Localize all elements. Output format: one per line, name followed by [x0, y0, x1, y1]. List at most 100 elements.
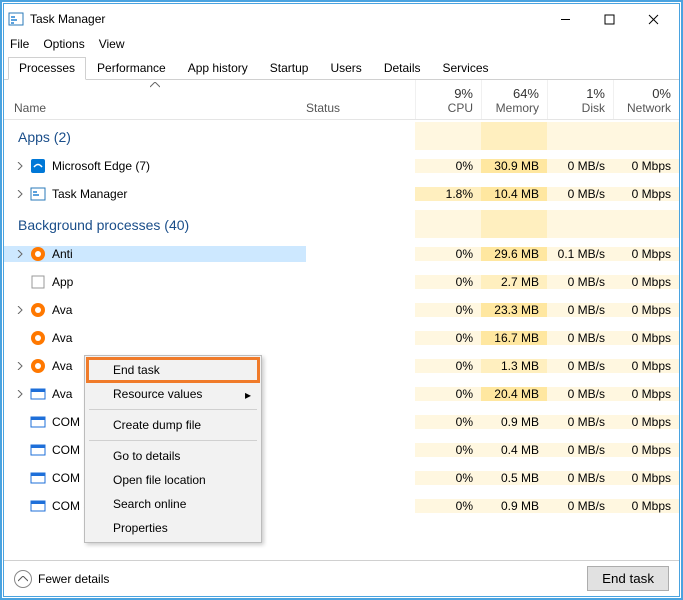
menu-bar: File Options View: [4, 34, 679, 54]
process-icon: [30, 158, 46, 174]
close-button[interactable]: [631, 5, 675, 33]
column-network[interactable]: 0%Network: [613, 80, 679, 119]
process-name: Ava: [52, 387, 72, 401]
process-row[interactable]: Ava0%16.7 MB0 MB/s0 Mbps: [4, 324, 679, 352]
process-icon: [30, 246, 46, 262]
expand-icon[interactable]: [14, 360, 26, 372]
tab-performance[interactable]: Performance: [86, 57, 177, 79]
context-menu-item[interactable]: End task: [87, 358, 259, 382]
expand-icon[interactable]: [14, 388, 26, 400]
process-icon: [30, 330, 46, 346]
process-icon: [30, 302, 46, 318]
process-name: Ava: [52, 359, 72, 373]
process-row[interactable]: App0%2.7 MB0 MB/s0 Mbps: [4, 268, 679, 296]
minimize-button[interactable]: [543, 5, 587, 33]
footer: Fewer details End task: [4, 560, 679, 596]
column-memory[interactable]: 64%Memory: [481, 80, 547, 119]
titlebar[interactable]: Task Manager: [4, 4, 679, 34]
app-icon: [8, 11, 24, 27]
net-cell: 0 Mbps: [613, 415, 679, 429]
cpu-cell: 1.8%: [415, 187, 481, 201]
process-row[interactable]: Ava0%23.3 MB0 MB/s0 Mbps: [4, 296, 679, 324]
process-row[interactable]: Anti0%29.6 MB0.1 MB/s0 Mbps: [4, 240, 679, 268]
process-name: Task Manager: [52, 187, 127, 201]
tab-app-history[interactable]: App history: [177, 57, 259, 79]
tab-details[interactable]: Details: [373, 57, 432, 79]
expand-icon[interactable]: [14, 416, 26, 428]
column-name[interactable]: Name: [4, 80, 306, 119]
cpu-cell: 0%: [415, 471, 481, 485]
menu-view[interactable]: View: [99, 37, 125, 51]
group-apps[interactable]: Apps (2): [4, 121, 306, 151]
cpu-cell: 0%: [415, 359, 481, 373]
net-cell: 0 Mbps: [613, 387, 679, 401]
context-menu: End taskResource values▸ Create dump file…: [84, 355, 262, 543]
context-menu-item[interactable]: Properties: [87, 516, 259, 540]
cpu-cell: 0%: [415, 159, 481, 173]
process-icon: [30, 498, 46, 514]
tab-services[interactable]: Services: [432, 57, 500, 79]
disk-cell: 0 MB/s: [547, 275, 613, 289]
disk-cell: 0 MB/s: [547, 471, 613, 485]
group-background[interactable]: Background processes (40): [4, 209, 306, 239]
mem-cell: 23.3 MB: [481, 303, 547, 317]
expand-icon[interactable]: [14, 500, 26, 512]
cpu-cell: 0%: [415, 303, 481, 317]
end-task-button[interactable]: End task: [587, 566, 669, 591]
column-header-row: Name Status 9%CPU 64%Memory 1%Disk 0%Net…: [4, 80, 679, 120]
expand-icon[interactable]: [14, 160, 26, 172]
net-cell: 0 Mbps: [613, 159, 679, 173]
cpu-cell: 0%: [415, 331, 481, 345]
context-menu-item[interactable]: Search online: [87, 492, 259, 516]
mem-cell: 20.4 MB: [481, 387, 547, 401]
context-menu-item[interactable]: Create dump file: [87, 413, 259, 437]
disk-cell: 0.1 MB/s: [547, 247, 613, 261]
tab-startup[interactable]: Startup: [259, 57, 320, 79]
context-menu-item[interactable]: Go to details: [87, 444, 259, 468]
process-icon: [30, 274, 46, 290]
cpu-cell: 0%: [415, 443, 481, 457]
process-icon: [30, 386, 46, 402]
process-name: Anti: [52, 247, 73, 261]
tab-processes[interactable]: Processes: [8, 57, 86, 80]
mem-cell: 0.4 MB: [481, 443, 547, 457]
column-name-label: Name: [14, 101, 46, 115]
maximize-button[interactable]: [587, 5, 631, 33]
expand-icon[interactable]: [14, 188, 26, 200]
column-cpu[interactable]: 9%CPU: [415, 80, 481, 119]
context-menu-item[interactable]: Open file location: [87, 468, 259, 492]
cpu-cell: 0%: [415, 415, 481, 429]
column-status[interactable]: Status: [306, 80, 415, 119]
disk-cell: 0 MB/s: [547, 499, 613, 513]
process-name: App: [52, 275, 73, 289]
expand-icon[interactable]: [14, 248, 26, 260]
menu-file[interactable]: File: [10, 37, 29, 51]
process-name: Microsoft Edge (7): [52, 159, 150, 173]
net-cell: 0 Mbps: [613, 275, 679, 289]
expand-icon[interactable]: [14, 304, 26, 316]
tabstrip: Processes Performance App history Startu…: [4, 56, 679, 80]
disk-cell: 0 MB/s: [547, 187, 613, 201]
context-menu-item[interactable]: Resource values▸: [87, 382, 259, 406]
disk-cell: 0 MB/s: [547, 387, 613, 401]
column-disk[interactable]: 1%Disk: [547, 80, 613, 119]
net-cell: 0 Mbps: [613, 443, 679, 457]
net-cell: 0 Mbps: [613, 303, 679, 317]
disk-cell: 0 MB/s: [547, 303, 613, 317]
mem-cell: 0.9 MB: [481, 499, 547, 513]
expand-icon[interactable]: [14, 444, 26, 456]
disk-cell: 0 MB/s: [547, 415, 613, 429]
fewer-details-toggle[interactable]: Fewer details: [14, 570, 109, 588]
disk-cell: 0 MB/s: [547, 331, 613, 345]
process-row[interactable]: Task Manager1.8%10.4 MB0 MB/s0 Mbps: [4, 180, 679, 208]
sort-indicator-icon: [150, 82, 160, 88]
process-row[interactable]: Microsoft Edge (7)0%30.9 MB0 MB/s0 Mbps: [4, 152, 679, 180]
expand-icon[interactable]: [14, 332, 26, 344]
fewer-details-label: Fewer details: [38, 572, 109, 586]
tab-users[interactable]: Users: [319, 57, 372, 79]
menu-options[interactable]: Options: [43, 37, 84, 51]
cpu-cell: 0%: [415, 247, 481, 261]
expand-icon[interactable]: [14, 276, 26, 288]
window-title: Task Manager: [30, 12, 105, 26]
expand-icon[interactable]: [14, 472, 26, 484]
